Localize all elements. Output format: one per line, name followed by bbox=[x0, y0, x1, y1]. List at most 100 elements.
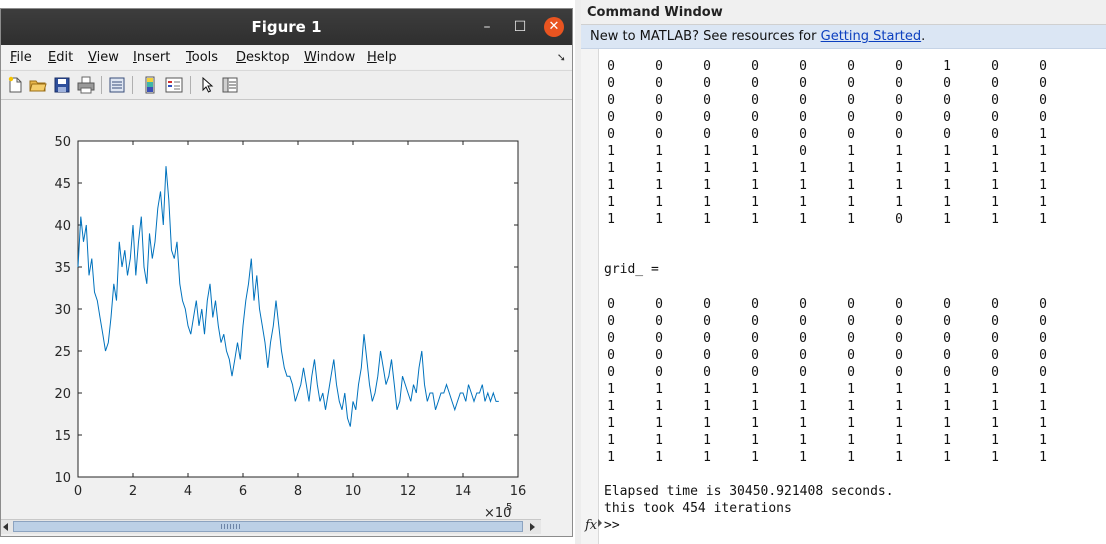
y-tick-label: 35 bbox=[54, 261, 71, 276]
matrix-cell: 0 bbox=[607, 76, 615, 91]
menu-edit[interactable]: Edit bbox=[48, 50, 73, 65]
matrix-cell: 0 bbox=[703, 76, 711, 91]
minimize-button[interactable]: – bbox=[477, 17, 497, 37]
edit-plot-icon[interactable] bbox=[198, 76, 216, 94]
matrix-cell: 1 bbox=[655, 212, 663, 227]
matrix-cell: 1 bbox=[607, 433, 615, 448]
matrix-cell: 0 bbox=[895, 59, 903, 74]
matrix-cell: 1 bbox=[895, 178, 903, 193]
y-tick-label: 40 bbox=[54, 219, 71, 234]
matrix-cell: 1 bbox=[991, 433, 999, 448]
line-chart[interactable]: 0 2 4 6 8 10 12 14 16101520253035404550 ×10 5 bbox=[1, 100, 572, 521]
matrix-row: 1 1 1 1 1 1 1 1 1 1 bbox=[604, 450, 1104, 467]
matrix-cell: 0 bbox=[799, 93, 807, 108]
matrix-cell: 0 bbox=[607, 331, 615, 346]
menu-file[interactable]: File bbox=[10, 50, 32, 65]
matrix-cell: 0 bbox=[607, 348, 615, 363]
matrix-cell: 1 bbox=[943, 178, 951, 193]
menu-label: nsert bbox=[136, 50, 171, 65]
matrix-cell: 1 bbox=[943, 382, 951, 397]
matrix-cell: 0 bbox=[655, 314, 663, 329]
matrix-cell: 1 bbox=[799, 382, 807, 397]
matrix-cell: 1 bbox=[991, 382, 999, 397]
insert-colorbar-icon[interactable] bbox=[141, 76, 159, 94]
matrix-cell: 1 bbox=[847, 382, 855, 397]
matrix-cell: 0 bbox=[847, 93, 855, 108]
matrix-cell: 1 bbox=[895, 416, 903, 431]
matrix-cell: 1 bbox=[799, 212, 807, 227]
matrix-cell: 0 bbox=[943, 365, 951, 380]
matrix-cell: 1 bbox=[703, 178, 711, 193]
matrix-row: 0 0 0 0 0 0 0 0 0 1 bbox=[604, 127, 1104, 144]
command-output[interactable]: 0000000100000000000000000000000000000000… bbox=[604, 51, 1104, 531]
matrix-cell: 1 bbox=[991, 144, 999, 159]
menu-insert[interactable]: Insert bbox=[133, 50, 170, 65]
matrix-cell: 1 bbox=[703, 212, 711, 227]
matrix-cell: 1 bbox=[943, 195, 951, 210]
matrix-cell: 1 bbox=[991, 399, 999, 414]
matrix-cell: 1 bbox=[655, 178, 663, 193]
matrix-cell: 1 bbox=[1039, 416, 1047, 431]
dock-arrow-icon[interactable]: ➘ bbox=[557, 51, 566, 64]
matrix-row: 0 0 0 0 0 0 0 0 0 0 bbox=[604, 348, 1104, 365]
print-icon[interactable] bbox=[77, 76, 95, 94]
matrix-cell: 1 bbox=[847, 399, 855, 414]
matrix-cell: 1 bbox=[607, 178, 615, 193]
scroll-left-icon[interactable] bbox=[3, 523, 8, 531]
open-file-icon[interactable] bbox=[29, 76, 47, 94]
matrix-row: 0 0 0 0 0 0 0 1 0 0 bbox=[604, 59, 1104, 76]
matrix-cell: 0 bbox=[1039, 365, 1047, 380]
save-icon[interactable] bbox=[53, 76, 71, 94]
menu-mnemonic: V bbox=[88, 50, 97, 65]
maximize-button[interactable]: ☐ bbox=[510, 17, 530, 37]
command-prompt[interactable]: >> bbox=[604, 518, 620, 533]
matrix-cell: 1 bbox=[655, 433, 663, 448]
horizontal-scrollbar[interactable] bbox=[1, 519, 541, 534]
matrix-cell: 1 bbox=[799, 433, 807, 448]
matrix-cell: 1 bbox=[1039, 161, 1047, 176]
matrix-cell: 0 bbox=[847, 76, 855, 91]
menu-tools[interactable]: Tools bbox=[186, 50, 218, 65]
close-button[interactable]: ✕ bbox=[544, 17, 564, 37]
matrix-cell: 1 bbox=[991, 212, 999, 227]
matrix-cell: 0 bbox=[991, 76, 999, 91]
getting-started-link[interactable]: Getting Started bbox=[821, 29, 922, 44]
matrix-cell: 1 bbox=[943, 450, 951, 465]
command-window-header: Command Window bbox=[581, 0, 1106, 25]
new-figure-icon[interactable] bbox=[6, 76, 24, 94]
matrix-cell: 1 bbox=[751, 416, 759, 431]
matrix-cell: 0 bbox=[751, 348, 759, 363]
menu-window[interactable]: Window bbox=[304, 50, 355, 65]
matrix-cell: 1 bbox=[1039, 450, 1047, 465]
matrix-cell: 1 bbox=[847, 161, 855, 176]
menu-help[interactable]: Help bbox=[367, 50, 397, 65]
matrix-cell: 1 bbox=[655, 144, 663, 159]
matrix-cell: 0 bbox=[751, 76, 759, 91]
matrix-cell: 0 bbox=[751, 110, 759, 125]
matrix-cell: 1 bbox=[1039, 212, 1047, 227]
property-inspector-icon[interactable] bbox=[221, 76, 239, 94]
matrix-cell: 1 bbox=[1039, 144, 1047, 159]
matrix-cell: 1 bbox=[895, 433, 903, 448]
print-preview-icon[interactable] bbox=[108, 76, 126, 94]
y-tick-label: 30 bbox=[54, 303, 71, 318]
menu-view[interactable]: View bbox=[88, 50, 119, 65]
matrix-cell: 0 bbox=[847, 127, 855, 142]
scroll-right-icon[interactable] bbox=[530, 523, 535, 531]
matrix-row: 1 1 1 1 1 1 0 1 1 1 bbox=[604, 212, 1104, 229]
figure-titlebar[interactable]: Figure 1 – ☐ ✕ bbox=[1, 9, 572, 45]
matrix-cell: 0 bbox=[895, 76, 903, 91]
matrix-cell: 0 bbox=[943, 348, 951, 363]
matrix-cell: 1 bbox=[703, 144, 711, 159]
axes-box bbox=[77, 140, 519, 478]
matrix-cell: 0 bbox=[751, 93, 759, 108]
scroll-thumb[interactable] bbox=[13, 521, 523, 532]
matrix-cell: 0 bbox=[943, 314, 951, 329]
function-browser-icon[interactable]: fx bbox=[585, 518, 597, 533]
matrix-cell: 0 bbox=[799, 297, 807, 312]
y-tick-label: 50 bbox=[54, 135, 71, 150]
menu-desktop[interactable]: Desktop bbox=[236, 50, 290, 65]
matrix-cell: 1 bbox=[655, 195, 663, 210]
menu-label: iew bbox=[96, 50, 119, 65]
insert-legend-icon[interactable] bbox=[165, 76, 183, 94]
